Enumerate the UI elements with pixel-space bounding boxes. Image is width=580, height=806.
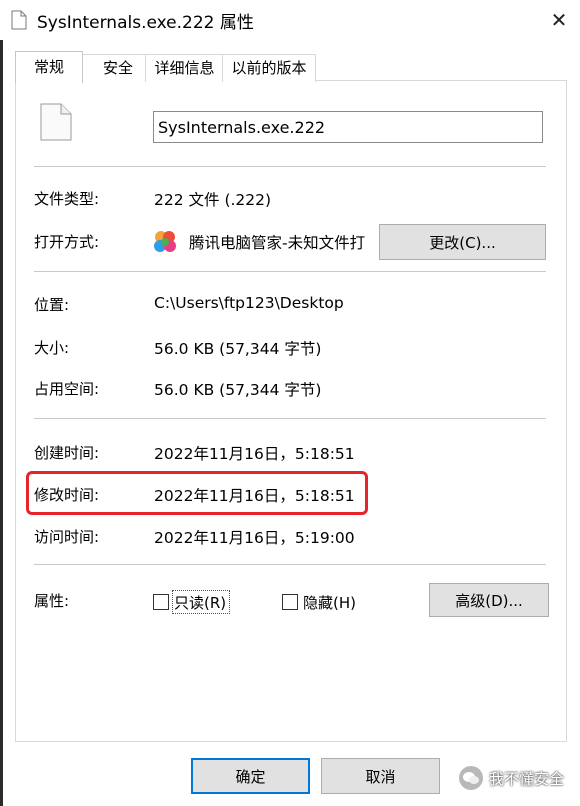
tab-previous-versions[interactable]: 以前的版本: [222, 54, 316, 82]
size-on-disk-value: 56.0 KB (57,344 字节): [154, 381, 322, 399]
advanced-button-label: 高级(D)...: [455, 591, 523, 610]
wechat-icon: [459, 766, 483, 790]
cancel-button[interactable]: 取消: [321, 758, 440, 794]
separator: [34, 418, 546, 419]
location-label: 位置:: [34, 296, 70, 314]
tab-security[interactable]: 安全: [81, 54, 155, 82]
close-icon: ✕: [550, 8, 568, 32]
ok-button[interactable]: 确定: [191, 758, 310, 794]
tencent-pc-manager-icon: [154, 231, 176, 252]
file-type-value: 222 文件 (.222): [154, 191, 272, 209]
accessed-value: 2022年11月16日，5:19:00: [154, 529, 355, 547]
size-on-disk-label: 占用空间:: [34, 380, 100, 398]
open-with-label: 打开方式:: [34, 233, 100, 251]
hidden-checkbox[interactable]: [282, 594, 298, 610]
readonly-label[interactable]: 只读(R): [174, 592, 226, 613]
created-label: 创建时间:: [34, 444, 100, 462]
watermark-text: 我不懂安全: [489, 769, 565, 788]
background-edge: [0, 40, 3, 806]
separator: [34, 271, 546, 272]
tab-details[interactable]: 详细信息: [145, 54, 224, 82]
open-with-value: 腾讯电脑管家-未知文件打: [189, 234, 366, 252]
accessed-label: 访问时间:: [34, 528, 100, 546]
change-button[interactable]: 更改(C)...: [379, 224, 546, 260]
general-panel: [15, 80, 567, 742]
attributes-label: 属性:: [34, 592, 70, 610]
title-bar: SysInternals.exe.222 属性 ✕: [0, 0, 580, 40]
advanced-button[interactable]: 高级(D)...: [429, 583, 549, 617]
file-type-label: 文件类型:: [34, 190, 100, 208]
location-value: C:\Users\ftp123\Desktop: [154, 294, 344, 312]
window-title: SysInternals.exe.222 属性: [37, 13, 254, 33]
document-icon: [40, 103, 72, 141]
size-value: 56.0 KB (57,344 字节): [154, 340, 322, 358]
separator: [34, 564, 546, 565]
size-label: 大小:: [34, 339, 70, 357]
modified-time-highlight: [26, 471, 368, 515]
hidden-label[interactable]: 隐藏(H): [303, 592, 356, 613]
watermark: 我不懂安全: [459, 763, 564, 793]
filename-input[interactable]: [153, 111, 543, 143]
separator: [34, 166, 546, 167]
cancel-button-label: 取消: [365, 767, 396, 786]
file-icon: [11, 10, 27, 30]
ok-button-label: 确定: [235, 767, 266, 786]
tab-general[interactable]: 常规: [15, 51, 83, 83]
readonly-checkbox[interactable]: [153, 594, 169, 610]
close-button[interactable]: ✕: [538, 0, 580, 40]
change-button-label: 更改(C)...: [429, 233, 496, 252]
created-value: 2022年11月16日，5:18:51: [154, 445, 355, 463]
